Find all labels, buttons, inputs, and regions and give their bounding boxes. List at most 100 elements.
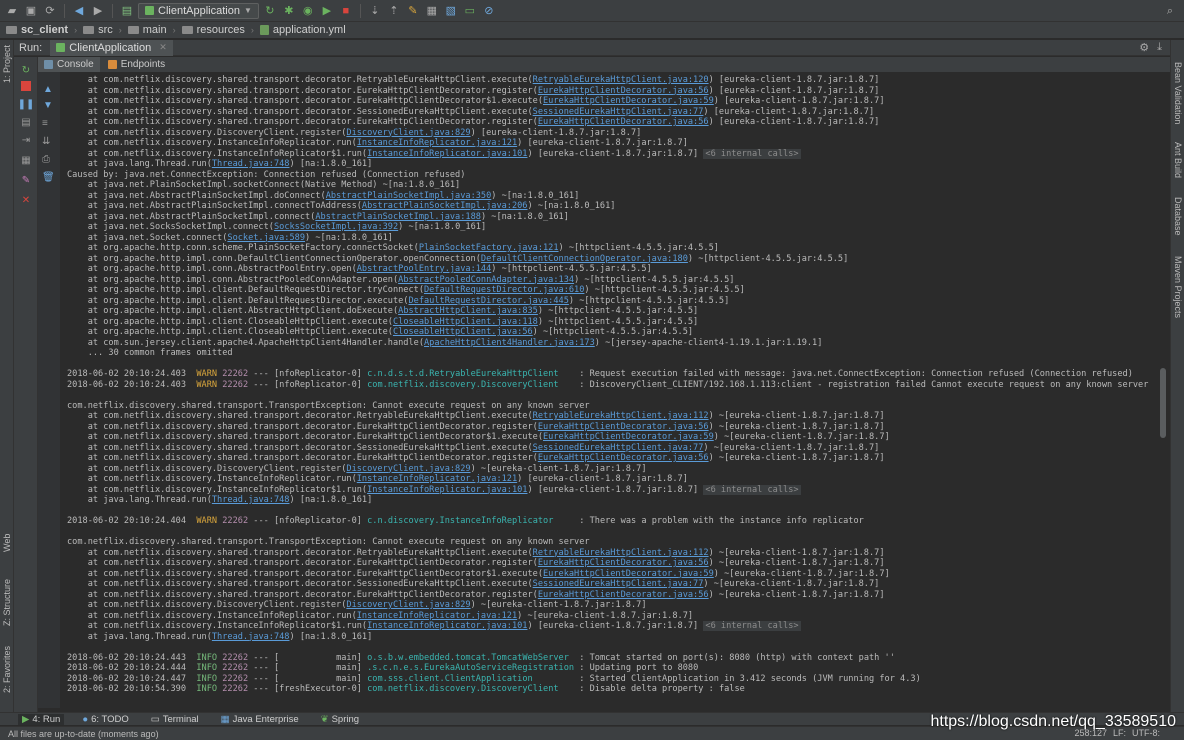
breadcrumb-item[interactable]: src (83, 24, 113, 36)
tool-tab-java-enterprise[interactable]: ▦ Java Enterprise (217, 714, 303, 725)
tool-tab-favorites[interactable]: 2: Favorites (0, 640, 14, 698)
tool-tab-bean-validation[interactable]: Bean Validation (1171, 58, 1184, 128)
save-icon[interactable]: ▣ (23, 3, 39, 19)
arrow-up-icon[interactable]: ▲ (43, 84, 53, 95)
close-icon[interactable]: ✕ (159, 42, 167, 53)
source-link[interactable]: AbstractHttpClient.java:835 (398, 306, 538, 316)
console-scrollbar[interactable] (1160, 368, 1166, 438)
run-configuration-select[interactable]: ClientApplication ▼ (138, 2, 259, 19)
collapsed-calls-toggle[interactable]: <6 internal calls> (703, 621, 801, 631)
source-link[interactable]: Thread.java:748 (212, 632, 290, 642)
tool-tab-project[interactable]: 1: Project (0, 44, 14, 84)
source-link[interactable]: SessionedEurekaHttpClient.java:77 (533, 107, 704, 117)
console-output[interactable]: at com.netflix.discovery.shared.transpor… (60, 75, 1158, 707)
forward-icon[interactable]: ▶ (90, 3, 106, 19)
scroll-to-end-icon[interactable]: ⇊ (42, 136, 50, 147)
source-link[interactable]: EurekaHttpClientDecorator.java:59 (543, 96, 714, 106)
source-link[interactable]: EurekaHttpClientDecorator.java:56 (538, 422, 709, 432)
source-link[interactable]: DiscoveryClient.java:829 (346, 600, 470, 610)
collapsed-calls-toggle[interactable]: <6 internal calls> (703, 484, 801, 495)
source-link[interactable]: Socket.java:589 (227, 233, 305, 243)
sync-icon[interactable]: ⟳ (42, 3, 58, 19)
source-link[interactable]: CloseableHttpClient.java:56 (393, 327, 533, 337)
pin-icon[interactable]: ✎ (19, 173, 33, 187)
source-link[interactable]: AbstractPlainSocketImpl.java:206 (362, 201, 528, 211)
source-link[interactable]: AbstractPooledConnAdapter.java:134 (398, 275, 574, 285)
stop-icon[interactable]: ■ (338, 3, 354, 19)
rerun-icon[interactable]: ↻ (262, 3, 278, 19)
source-link[interactable]: InstanceInfoReplicator.java:121 (357, 611, 517, 621)
coverage-icon[interactable]: ◉ (300, 3, 316, 19)
rerun-icon[interactable]: ↻ (19, 63, 33, 77)
source-link[interactable]: DiscoveryClient.java:829 (346, 464, 470, 474)
layout-icon[interactable]: ▦ (19, 153, 33, 167)
source-link[interactable]: EurekaHttpClientDecorator.java:59 (543, 432, 714, 442)
source-link[interactable]: InstanceInfoReplicator.java:101 (367, 485, 527, 495)
dump-threads-icon[interactable]: ▤ (19, 115, 33, 129)
tool-tab-structure[interactable]: Z: Structure (0, 574, 14, 630)
source-link[interactable]: AbstractPlainSocketImpl.java:350 (326, 191, 492, 201)
search-icon[interactable]: ⌕ (1162, 3, 1178, 19)
breadcrumb-item[interactable]: sc_client (6, 24, 68, 36)
gear-icon[interactable]: ⚙ (1139, 41, 1149, 54)
tool-tab-database[interactable]: Database (1171, 192, 1184, 240)
source-link[interactable]: ApacheHttpClient4Handler.java:173 (424, 338, 595, 348)
source-link[interactable]: EurekaHttpClientDecorator.java:56 (538, 453, 709, 463)
source-link[interactable]: AbstractPoolEntry.java:144 (357, 264, 492, 274)
back-icon[interactable]: ◀ (71, 3, 87, 19)
terminal-icon[interactable]: ▭ (462, 3, 478, 19)
breadcrumb-item[interactable]: main (127, 24, 167, 36)
source-link[interactable]: AbstractPlainSocketImpl.java:188 (315, 212, 481, 222)
no-entry-icon[interactable]: ⊘ (481, 3, 497, 19)
vcs-update-icon[interactable]: ⇣ (367, 3, 383, 19)
source-link[interactable]: RetryableEurekaHttpClient.java:112 (533, 411, 709, 421)
source-link[interactable]: SessionedEurekaHttpClient.java:77 (533, 579, 704, 589)
vcs-commit-icon[interactable]: ⇡ (386, 3, 402, 19)
source-link[interactable]: DiscoveryClient.java:829 (346, 128, 470, 138)
debug-icon[interactable]: ✱ (281, 3, 297, 19)
tool-tab-run[interactable]: ▶ 4: Run (18, 713, 65, 725)
exit-icon[interactable]: ⇥ (19, 133, 33, 147)
tool-tab-ant-build[interactable]: Ant Build (1171, 140, 1184, 180)
source-link[interactable]: EurekaHttpClientDecorator.java:56 (538, 590, 709, 600)
arrow-down-icon[interactable]: ▼ (43, 100, 53, 111)
run-tab-client-application[interactable]: ClientApplication ✕ (50, 39, 173, 56)
source-link[interactable]: RetryableEurekaHttpClient.java:112 (533, 548, 709, 558)
source-link[interactable]: EurekaHttpClientDecorator.java:59 (543, 569, 714, 579)
source-link[interactable]: EurekaHttpClientDecorator.java:56 (538, 117, 709, 127)
tool-tab-spring[interactable]: ❦ Spring (317, 714, 363, 725)
trash-icon[interactable]: 🗑 (42, 172, 55, 183)
source-link[interactable]: DefaultClientConnectionOperator.java:180 (481, 254, 688, 264)
source-link[interactable]: Thread.java:748 (212, 495, 290, 505)
collapsed-calls-toggle[interactable]: <6 internal calls> (703, 148, 801, 159)
tool-tab-todo[interactable]: ● 6: TODO (78, 714, 132, 725)
source-link[interactable]: InstanceInfoReplicator.java:101 (367, 621, 527, 631)
source-link[interactable]: DefaultRequestDirector.java:445 (408, 296, 568, 306)
settings-wrench-icon[interactable]: ✎ (405, 3, 421, 19)
source-link[interactable]: PlainSocketFactory.java:121 (419, 243, 559, 253)
source-link[interactable]: InstanceInfoReplicator.java:121 (357, 138, 517, 148)
source-link[interactable]: Thread.java:748 (212, 159, 290, 169)
tool-tab-terminal[interactable]: ▭ Terminal (147, 714, 203, 725)
source-link[interactable]: RetryableEurekaHttpClient.java:120 (533, 75, 709, 85)
source-link[interactable]: SessionedEurekaHttpClient.java:77 (533, 443, 704, 453)
source-link[interactable]: DefaultRequestDirector.java:610 (424, 285, 584, 295)
build-icon[interactable]: ▤ (119, 3, 135, 19)
project-structure-icon[interactable]: ▦ (424, 3, 440, 19)
close-icon[interactable]: ✕ (19, 193, 33, 207)
tab-console[interactable]: Console (38, 57, 100, 72)
tool-tab-web[interactable]: Web (0, 528, 14, 558)
tool-tab-maven-projects[interactable]: Maven Projects (1171, 252, 1184, 322)
hide-panel-icon[interactable]: ⤓ (1157, 41, 1162, 54)
source-link[interactable]: SocksSocketImpl.java:392 (274, 222, 398, 232)
source-link[interactable]: EurekaHttpClientDecorator.java:56 (538, 86, 709, 96)
source-link[interactable]: InstanceInfoReplicator.java:101 (367, 149, 527, 159)
tab-endpoints[interactable]: Endpoints (102, 57, 171, 72)
breadcrumb-item[interactable]: application.yml (259, 24, 346, 36)
soft-wrap-icon[interactable]: ≡ (42, 118, 48, 129)
breadcrumb-item[interactable]: resources (181, 24, 245, 36)
source-link[interactable]: EurekaHttpClientDecorator.java:56 (538, 558, 709, 568)
source-link[interactable]: CloseableHttpClient.java:118 (393, 317, 538, 327)
pause-icon[interactable]: ❚❚ (18, 97, 35, 111)
profile-icon[interactable]: ▶ (319, 3, 335, 19)
